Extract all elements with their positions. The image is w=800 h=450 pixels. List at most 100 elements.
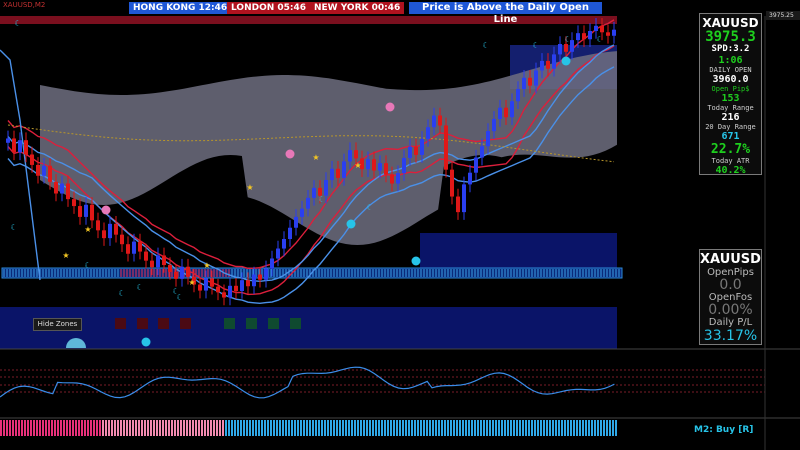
signal-tick (435, 420, 437, 436)
signal-tick (87, 420, 89, 436)
candle-body (78, 206, 82, 217)
star-marker: ★ (312, 153, 319, 162)
candle-body (384, 163, 388, 175)
candle-body (24, 140, 28, 155)
signal-tick (537, 420, 539, 436)
signal-tick (111, 420, 113, 436)
candle-body (168, 265, 172, 272)
signal-tick (468, 420, 470, 436)
moon-marker: ☾ (84, 261, 91, 270)
dot-marker (285, 149, 295, 159)
signal-tick (561, 420, 563, 436)
signal-tick (303, 420, 305, 436)
candle-body (276, 248, 280, 259)
signal-tick (69, 420, 71, 436)
signal-tick (429, 420, 431, 436)
candle-body (432, 115, 436, 128)
candle-body (204, 278, 208, 291)
candle-body (216, 286, 220, 293)
current-price: 3975.3 (705, 29, 756, 45)
signal-tick (57, 420, 59, 436)
signal-tick (204, 420, 206, 436)
signal-tick (24, 420, 26, 436)
signal-tick (318, 420, 320, 436)
candle-body (312, 187, 316, 198)
signal-tick (297, 420, 299, 436)
signal-tick (114, 420, 116, 436)
candle-body (498, 107, 502, 119)
signal-tick (477, 420, 479, 436)
clock-new-york: NEW YORK 00:46 (310, 2, 405, 14)
candle-body (252, 274, 256, 287)
candle-body (222, 292, 226, 298)
candle-body (348, 150, 352, 162)
moon-marker: ☾ (532, 41, 539, 50)
signal-tick (603, 420, 605, 436)
daily-pl-label: Daily P/L (708, 317, 753, 328)
signal-tick (120, 420, 122, 436)
candle-body (438, 115, 442, 126)
account-open-pips-value: 0.0 (719, 277, 742, 293)
today-range-value: 216 (721, 112, 740, 123)
signal-tick (300, 420, 302, 436)
signal-tick (405, 420, 407, 436)
hide-zones-button[interactable]: Hide Zones (33, 318, 82, 331)
signal-tick (519, 420, 521, 436)
signal-tick (342, 420, 344, 436)
candle-body (534, 70, 538, 86)
signal-tick (48, 420, 50, 436)
signal-tick (507, 420, 509, 436)
candle-body (300, 208, 304, 217)
signal-tick (153, 420, 155, 436)
signal-tick (345, 420, 347, 436)
signal-tick (522, 420, 524, 436)
dot-marker (141, 337, 151, 347)
star-marker: ★ (188, 278, 195, 287)
signal-tick (108, 420, 110, 436)
signal-tick (567, 420, 569, 436)
signal-tick (105, 420, 107, 436)
signal-tick (138, 420, 140, 436)
candle-body (474, 157, 478, 173)
signal-tick (558, 420, 560, 436)
signal-tick (504, 420, 506, 436)
candle-body (390, 174, 394, 184)
candle-body (342, 161, 346, 178)
signal-tick (579, 420, 581, 436)
signal-tick (6, 420, 8, 436)
signal-tick (570, 420, 572, 436)
signal-tick (489, 420, 491, 436)
signal-tick (612, 420, 614, 436)
signal-bar (0, 420, 617, 436)
demand-zone-right (420, 233, 617, 269)
price-alert-banner: Price is Above the Daily Open Line (409, 2, 602, 25)
candle-body (330, 168, 334, 181)
open-pips-value: 153 (721, 93, 740, 104)
signal-tick (144, 420, 146, 436)
signal-tick (348, 420, 350, 436)
signal-tick (72, 420, 74, 436)
signal-tick (156, 420, 158, 436)
signal-tick (12, 420, 14, 436)
signal-tick (222, 420, 224, 436)
signal-tick (441, 420, 443, 436)
signal-tick (174, 420, 176, 436)
star-marker: ★ (354, 161, 361, 170)
signal-tick (387, 420, 389, 436)
signal-tick (456, 420, 458, 436)
signal-tick (552, 420, 554, 436)
candle-body (54, 181, 58, 194)
dot-marker (385, 102, 395, 112)
candle-body (594, 25, 598, 31)
signal-tick (369, 420, 371, 436)
signal-tick (453, 420, 455, 436)
candle-body (504, 107, 508, 118)
signal-tick (210, 420, 212, 436)
candle-body (120, 234, 124, 245)
symbol-name: XAUUSD (702, 16, 759, 30)
candle-body (552, 54, 556, 69)
candle-body (414, 146, 418, 155)
candle-body (72, 199, 76, 207)
signal-tick (438, 420, 440, 436)
signal-tick (513, 420, 515, 436)
